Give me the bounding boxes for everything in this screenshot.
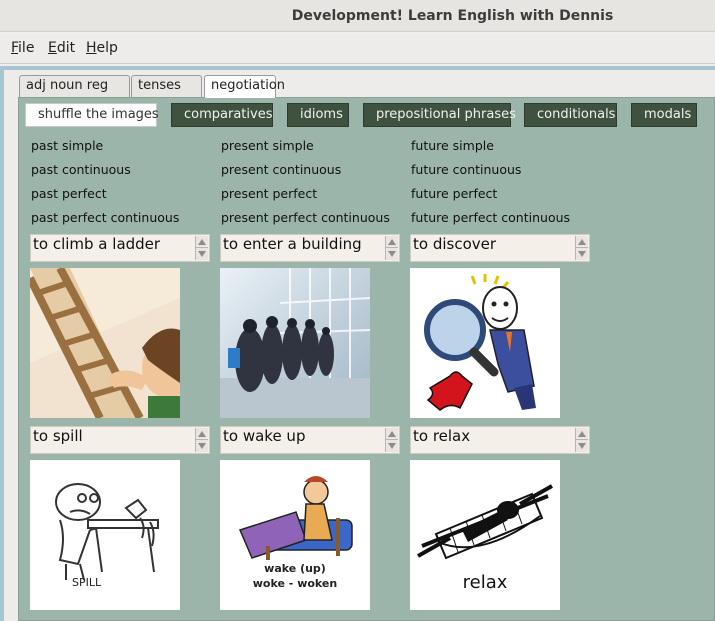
spinner-up-icon[interactable] bbox=[198, 431, 206, 437]
spill-caption: SPILL bbox=[72, 576, 102, 589]
tense-future-continuous: future continuous bbox=[411, 162, 522, 177]
verb-combo-enter[interactable]: to enter a building bbox=[220, 234, 400, 262]
shuffle-images-button[interactable]: shuffle the images bbox=[25, 103, 159, 127]
verb-combo-wake-up[interactable]: to wake up bbox=[220, 426, 400, 454]
spinner-down-icon[interactable] bbox=[578, 443, 586, 449]
spinner[interactable] bbox=[195, 236, 208, 260]
spinner[interactable] bbox=[195, 428, 208, 452]
tense-present-perfect: present perfect bbox=[221, 186, 318, 201]
tense-present-simple: present simple bbox=[221, 138, 314, 153]
tense-future-simple: future simple bbox=[411, 138, 494, 153]
tense-past-perfect-continuous: past perfect continuous bbox=[31, 210, 180, 225]
title-bar: Development! Learn English with Dennis bbox=[0, 0, 715, 32]
verb-combo-value: to relax bbox=[413, 427, 471, 445]
modals-button[interactable]: modals bbox=[631, 103, 697, 127]
wake-up-image: wake (up) woke - woken bbox=[220, 460, 370, 610]
spinner-up-icon[interactable] bbox=[578, 431, 586, 437]
spinner[interactable] bbox=[575, 236, 588, 260]
window-title: Development! Learn English with Dennis bbox=[291, 8, 614, 24]
verb-combo-discover[interactable]: to discover bbox=[410, 234, 590, 262]
menu-edit[interactable]: Edit bbox=[48, 40, 75, 56]
prepositional-phrases-button[interactable]: prepositional phrases bbox=[363, 103, 516, 127]
tense-past-simple: past simple bbox=[31, 138, 104, 153]
verb-combo-climb[interactable]: to climb a ladder bbox=[30, 234, 210, 262]
wake-caption-2: woke - woken bbox=[253, 577, 337, 590]
tense-future-perfect: future perfect bbox=[411, 186, 498, 201]
tense-past-continuous: past continuous bbox=[31, 162, 131, 177]
menu-bar: File Edit Help bbox=[0, 34, 715, 64]
spinner[interactable] bbox=[385, 428, 398, 452]
menu-help[interactable]: Help bbox=[86, 40, 118, 56]
spinner-up-icon[interactable] bbox=[388, 431, 396, 437]
relax-image: relax bbox=[410, 460, 560, 610]
spinner-down-icon[interactable] bbox=[578, 251, 586, 257]
tense-past-perfect: past perfect bbox=[31, 186, 107, 201]
tab-tenses[interactable]: tenses tab bbox=[131, 75, 202, 113]
verb-combo-value: to spill bbox=[33, 427, 83, 445]
verb-combo-value: to climb a ladder bbox=[33, 235, 161, 253]
spinner[interactable] bbox=[385, 236, 398, 260]
tense-present-continuous: present continuous bbox=[221, 162, 342, 177]
climb-ladder-image bbox=[30, 268, 180, 418]
spinner-up-icon[interactable] bbox=[578, 239, 586, 245]
verb-combo-value: to discover bbox=[413, 235, 497, 253]
tense-present-perfect-continuous: present perfect continuous bbox=[221, 210, 390, 225]
spinner-down-icon[interactable] bbox=[198, 251, 206, 257]
idioms-button[interactable]: idioms bbox=[287, 103, 349, 127]
conditionals-button[interactable]: conditionals bbox=[524, 103, 617, 127]
verb-combo-spill[interactable]: to spill bbox=[30, 426, 210, 454]
spinner-up-icon[interactable] bbox=[198, 239, 206, 245]
spinner[interactable] bbox=[575, 428, 588, 452]
spinner-down-icon[interactable] bbox=[198, 443, 206, 449]
wake-caption-1: wake (up) bbox=[264, 562, 326, 575]
discover-image bbox=[410, 268, 560, 418]
verb-combo-relax[interactable]: to relax bbox=[410, 426, 590, 454]
verb-combo-value: to enter a building bbox=[223, 235, 362, 253]
tab-adj-noun-reg-verb[interactable]: adj noun reg verb bbox=[19, 75, 130, 113]
comparatives-button[interactable]: comparatives bbox=[171, 103, 273, 127]
enter-building-image bbox=[220, 268, 370, 418]
spinner-up-icon[interactable] bbox=[388, 239, 396, 245]
spill-image: SPILL bbox=[30, 460, 180, 610]
tense-future-perfect-continuous: future perfect continuous bbox=[411, 210, 571, 225]
menu-file[interactable]: File bbox=[11, 40, 34, 56]
verb-combo-value: to wake up bbox=[223, 427, 306, 445]
tab-negotiation[interactable]: negotiation bbox=[204, 75, 285, 98]
spinner-down-icon[interactable] bbox=[388, 443, 396, 449]
spinner-down-icon[interactable] bbox=[388, 251, 396, 257]
relax-caption: relax bbox=[463, 572, 508, 593]
